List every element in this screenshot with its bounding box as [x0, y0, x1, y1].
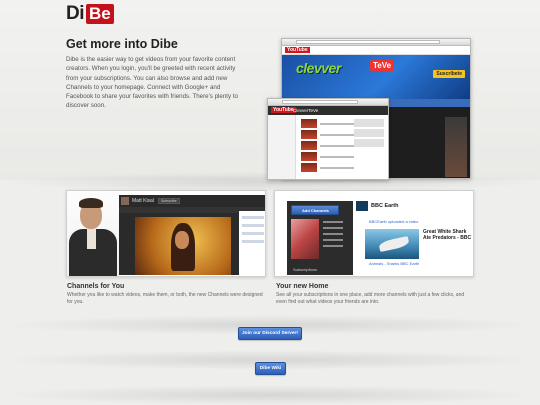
channel-banner: clevver TeVe Suscríbete [282, 55, 470, 99]
browser-chrome [282, 39, 470, 46]
video-player [135, 217, 231, 275]
section-shadow [0, 385, 540, 405]
site-logo: YouTube [285, 47, 310, 53]
guide-sidebar [268, 115, 296, 179]
profile-photo [291, 219, 319, 259]
bbc-logo [356, 201, 368, 211]
browser-screenshot-small: YouTube ClevverTeVe [267, 98, 389, 180]
subscribe-button: Subscribe [157, 198, 180, 204]
feed-video-thumbnail [365, 229, 419, 259]
avatar [121, 197, 129, 205]
channel-sidebar [239, 211, 265, 275]
channel-header: Matt Kisal Subscribe [117, 195, 265, 207]
address-bar [296, 40, 440, 44]
feed-activity-text: BBCEarth uploaded a video [369, 219, 419, 224]
feature-image-channels: Matt Kisal Subscribe [66, 190, 266, 277]
subscriptions-label: Subscriptions [293, 267, 318, 272]
feature-title-channels: Channels for You [67, 283, 125, 290]
site-header: YouTube [282, 46, 470, 55]
banner-badge: TeVe [370, 60, 395, 71]
feature-desc-home: See all your subscriptions in one place,… [276, 292, 465, 305]
channel-title: ClevverTeVe [293, 108, 319, 113]
feature-image-home: Add Channels Subscriptions BBC Earth BBC… [274, 190, 474, 277]
video-thumb-row [301, 163, 354, 172]
channel-page-mock: Matt Kisal Subscribe [117, 195, 265, 275]
video-list [301, 119, 354, 174]
related-column [354, 119, 384, 149]
add-channels-button: Add Channels [291, 205, 339, 215]
site-logo: YouTube [271, 107, 296, 113]
activity-feed: BBC Earth BBCEarth uploaded a video Grea… [353, 199, 473, 276]
dibe-wiki-button[interactable]: Dibe Wiki [255, 362, 286, 375]
banner-title: clevver [296, 60, 341, 76]
channel-body [268, 115, 388, 179]
subscribe-button: Suscríbete [433, 70, 465, 78]
video-thumb-row [301, 141, 354, 150]
video-thumb-row [301, 130, 354, 139]
logo-text-di: Di [66, 3, 85, 24]
guide-menu [323, 221, 343, 251]
feed-video-source: Animals - Sharks BBC Earth [369, 261, 420, 266]
feed-channel-header: BBC Earth [353, 199, 473, 213]
presenter-photo [67, 191, 119, 276]
feed-channel-name: BBC Earth [371, 203, 399, 209]
video-person-face [175, 231, 189, 249]
feature-title-home: Your new Home [276, 283, 329, 290]
presenter-image [445, 117, 467, 177]
hero-title: Get more into Dibe [66, 37, 178, 51]
video-thumb-row [301, 119, 354, 128]
subscriptions-panel: Add Channels Subscriptions [287, 201, 357, 275]
channel-name: Matt Kisal [132, 198, 154, 204]
address-bar [282, 100, 358, 104]
discord-button[interactable]: Join our Discord Server! [238, 327, 302, 340]
browser-chrome [268, 99, 388, 106]
logo-text-be: Be [86, 4, 114, 24]
video-thumb-row [301, 152, 354, 161]
feature-desc-channels: Whether you like to watch videos, make t… [67, 292, 263, 305]
feed-video-title: Great White Shark Ate Predators - BBC [423, 229, 472, 241]
hero-description: Dibe is the easier way to get videos fro… [66, 56, 238, 110]
channel-header: YouTube ClevverTeVe [268, 106, 388, 115]
dibe-logo[interactable]: Di Be [66, 3, 114, 24]
